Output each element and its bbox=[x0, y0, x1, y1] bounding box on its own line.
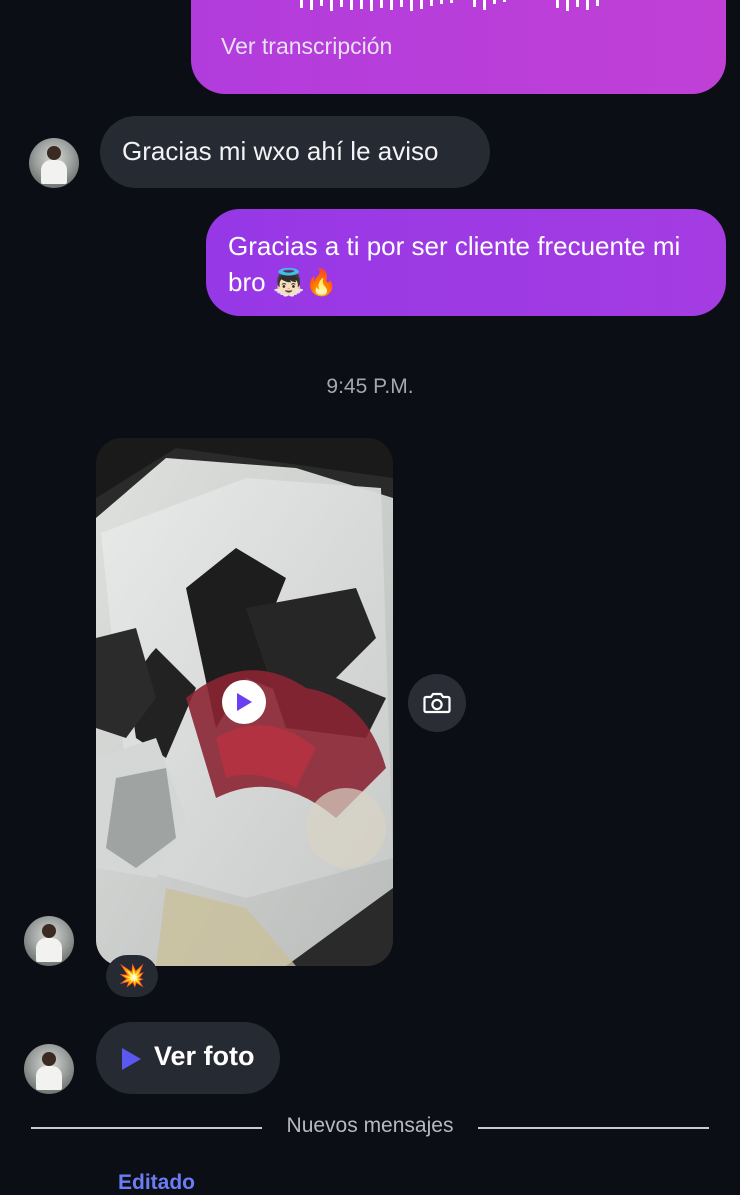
avatar[interactable] bbox=[24, 1044, 74, 1094]
avatar[interactable] bbox=[24, 916, 74, 966]
reaction-emoji: 💥 bbox=[118, 963, 146, 988]
message-timestamp: 9:45 P.M. bbox=[326, 375, 414, 398]
avatar[interactable] bbox=[29, 138, 79, 188]
play-button[interactable] bbox=[222, 680, 266, 724]
incoming-message-bubble[interactable]: Gracias mi wxo ahí le aviso bbox=[100, 116, 490, 188]
edited-label[interactable]: Editado bbox=[118, 1171, 195, 1195]
view-photo-label: Ver foto bbox=[154, 1041, 255, 1071]
play-icon bbox=[237, 693, 252, 711]
camera-icon bbox=[423, 692, 451, 714]
outgoing-message-bubble[interactable]: Gracias a ti por ser cliente frecuente m… bbox=[206, 209, 726, 316]
view-photo-button[interactable]: Ver foto bbox=[96, 1022, 280, 1094]
new-messages-divider: Nuevos mensajes bbox=[0, 1114, 740, 1138]
message-text: Gracias mi wxo ahí le aviso bbox=[122, 136, 439, 166]
camera-button[interactable] bbox=[408, 674, 466, 732]
new-messages-label: Nuevos mensajes bbox=[270, 1114, 470, 1137]
play-icon bbox=[122, 1048, 141, 1070]
message-reaction[interactable]: 💥 bbox=[106, 955, 158, 997]
view-transcription-link[interactable]: Ver transcripción bbox=[221, 33, 392, 60]
audio-waveform bbox=[300, 0, 599, 11]
message-text: Gracias a ti por ser cliente frecuente m… bbox=[228, 231, 681, 297]
